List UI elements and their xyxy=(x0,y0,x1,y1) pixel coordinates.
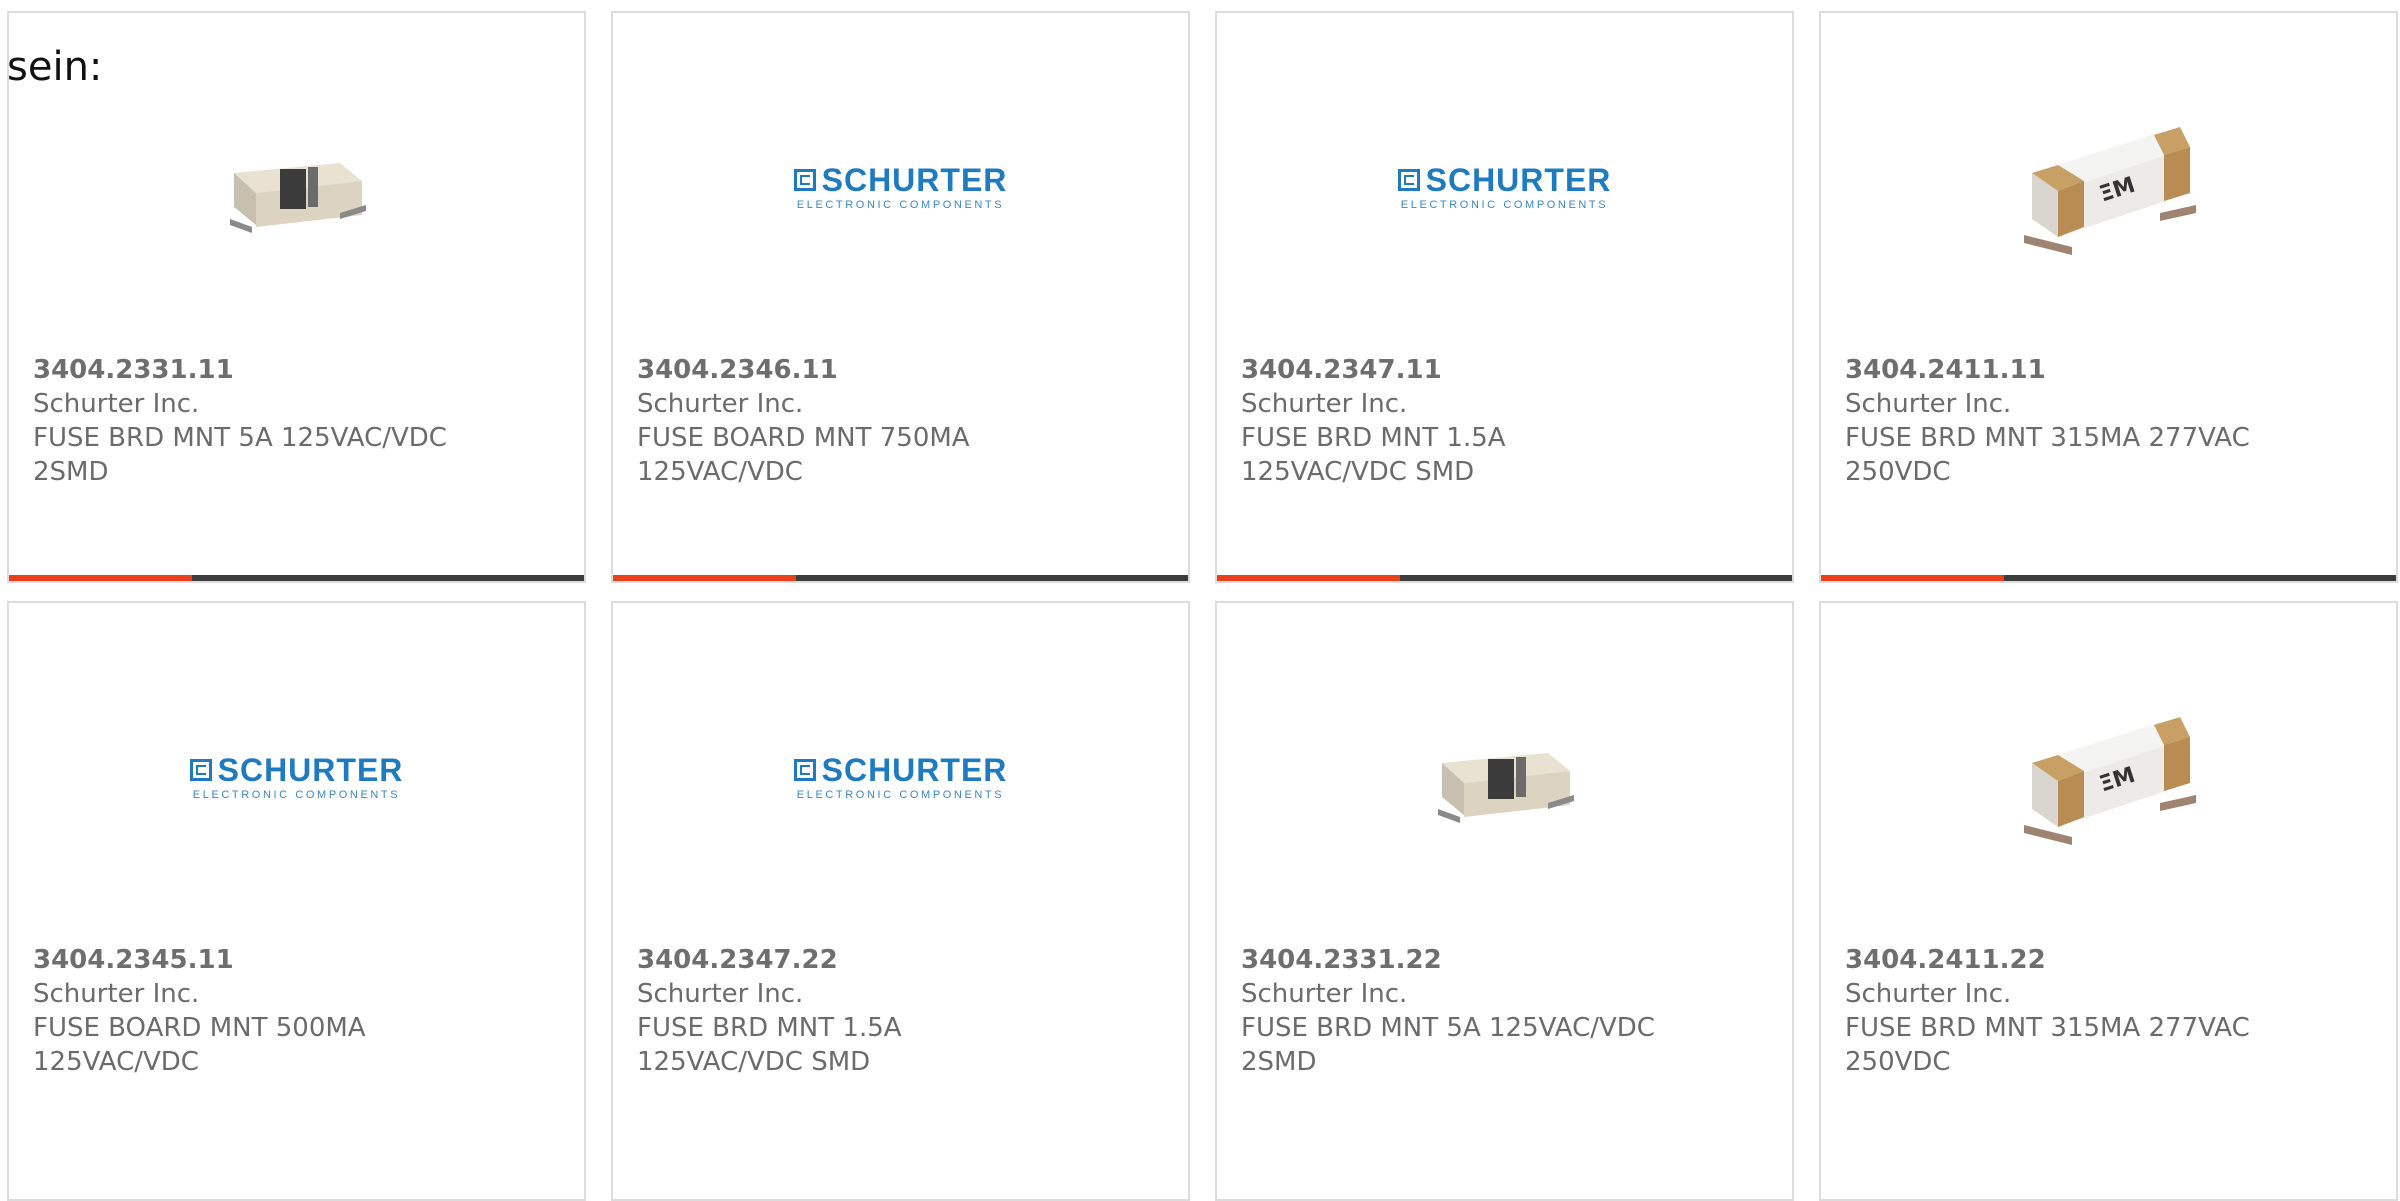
product-description: 125VAC/VDC SMD xyxy=(637,1047,871,1077)
fuse-holder-image xyxy=(229,163,366,233)
product-image[interactable]: SCHURTER ELECTRONIC COMPONENTS xyxy=(613,698,1188,858)
part-number-link[interactable]: 3404.2345.11 xyxy=(33,943,453,977)
intro-text: sein: xyxy=(7,44,103,90)
smd-fuse-image: ΞM xyxy=(2023,717,2196,845)
part-number-link[interactable]: 3404.2411.11 xyxy=(1845,353,2265,387)
product-description: 125VAC/VDC SMD xyxy=(1241,457,1475,487)
product-info: 3404.2411.11 Schurter Inc. FUSE BRD MNT 31… xyxy=(1845,353,2265,489)
manufacturer-name: Schurter Inc. xyxy=(1241,979,1408,1009)
product-image[interactable]: SCHURTER ELECTRONIC COMPONENTS xyxy=(1217,108,1792,268)
product-card[interactable]: ΞM 3404.2411.22 Schurter Inc. FUSE BRD MNT… xyxy=(1819,601,2398,1201)
progress-fill xyxy=(9,575,193,581)
product-info: 3404.2346.11 Schurter Inc. FUSE BOARD MNT … xyxy=(637,353,1057,489)
product-description: FUSE BRD MNT 315MA 277VAC xyxy=(1845,1013,2250,1043)
schurter-logo: SCHURTER ELECTRONIC COMPONENTS xyxy=(793,752,1008,801)
product-description: 125VAC/VDC xyxy=(33,1047,199,1077)
product-image[interactable]: SCHURTER ELECTRONIC COMPONENTS xyxy=(613,108,1188,268)
progress-fill xyxy=(613,575,797,581)
manufacturer-name: Schurter Inc. xyxy=(637,979,804,1009)
progress-bar xyxy=(1217,575,1792,581)
product-grid: 3404.2331.11 Schurter Inc. FUSE BRD MNT 5A… xyxy=(7,11,2400,1201)
product-description: 2SMD xyxy=(1241,1047,1317,1077)
product-image[interactable] xyxy=(9,108,584,268)
progress-fill xyxy=(1217,575,1401,581)
progress-bar xyxy=(613,575,1188,581)
product-image[interactable] xyxy=(1217,698,1792,858)
logo-subtitle: ELECTRONIC COMPONENTS xyxy=(796,789,1005,801)
product-card[interactable]: SCHURTER ELECTRONIC COMPONENTS 3404.2345… xyxy=(7,601,586,1201)
product-info: 3404.2345.11 Schurter Inc. FUSE BOARD MNT … xyxy=(33,943,453,1079)
product-card[interactable]: ΞM 3404.2411.11 Schurter Inc. FUSE BRD MNT… xyxy=(1819,11,2398,583)
manufacturer-name: Schurter Inc. xyxy=(1845,389,2012,419)
product-description: 125VAC/VDC xyxy=(637,457,803,487)
logo-word: SCHURTER xyxy=(821,752,1008,788)
progress-bar xyxy=(1821,575,2396,581)
product-description: FUSE BOARD MNT 750MA xyxy=(637,423,970,453)
product-info: 3404.2347.22 Schurter Inc. FUSE BRD MNT 1.… xyxy=(637,943,1057,1079)
product-description: FUSE BRD MNT 5A 125VAC/VDC xyxy=(33,423,447,453)
part-number-link[interactable]: 3404.2346.11 xyxy=(637,353,1057,387)
product-card[interactable]: 3404.2331.11 Schurter Inc. FUSE BRD MNT 5A… xyxy=(7,11,586,583)
manufacturer-name: Schurter Inc. xyxy=(33,979,200,1009)
smd-fuse-image: ΞM xyxy=(2023,127,2196,255)
schurter-mark-icon xyxy=(189,759,212,781)
product-card[interactable]: SCHURTER ELECTRONIC COMPONENTS 3404.2346… xyxy=(611,11,1190,583)
schurter-mark-icon xyxy=(1397,169,1420,191)
logo-word: SCHURTER xyxy=(821,162,1008,198)
product-description: FUSE BOARD MNT 500MA xyxy=(33,1013,366,1043)
logo-subtitle: ELECTRONIC COMPONENTS xyxy=(796,199,1005,211)
logo-word: SCHURTER xyxy=(217,752,404,788)
product-description: FUSE BRD MNT 1.5A xyxy=(1241,423,1506,453)
schurter-mark-icon xyxy=(793,169,816,191)
product-description: 250VDC xyxy=(1845,457,1951,487)
logo-subtitle: ELECTRONIC COMPONENTS xyxy=(192,789,401,801)
manufacturer-name: Schurter Inc. xyxy=(33,389,200,419)
part-number-link[interactable]: 3404.2331.22 xyxy=(1241,943,1661,977)
product-image[interactable]: SCHURTER ELECTRONIC COMPONENTS xyxy=(9,698,584,858)
manufacturer-name: Schurter Inc. xyxy=(1845,979,2012,1009)
logo-subtitle: ELECTRONIC COMPONENTS xyxy=(1400,199,1609,211)
progress-bar xyxy=(9,575,584,581)
product-info: 3404.2331.11 Schurter Inc. FUSE BRD MNT 5A… xyxy=(33,353,453,489)
product-card[interactable]: SCHURTER ELECTRONIC COMPONENTS 3404.2347… xyxy=(1215,11,1794,583)
part-number-link[interactable]: 3404.2331.11 xyxy=(33,353,453,387)
product-info: 3404.2411.22 Schurter Inc. FUSE BRD MNT 31… xyxy=(1845,943,2265,1079)
product-info: 3404.2331.22 Schurter Inc. FUSE BRD MNT 5A… xyxy=(1241,943,1661,1079)
part-number-link[interactable]: 3404.2347.22 xyxy=(637,943,1057,977)
schurter-logo: SCHURTER ELECTRONIC COMPONENTS xyxy=(793,162,1008,211)
product-card[interactable]: 3404.2331.22 Schurter Inc. FUSE BRD MNT 5A… xyxy=(1215,601,1794,1201)
product-description: FUSE BRD MNT 315MA 277VAC xyxy=(1845,423,2250,453)
product-description: 2SMD xyxy=(33,457,109,487)
progress-fill xyxy=(1821,575,2005,581)
product-description: FUSE BRD MNT 5A 125VAC/VDC xyxy=(1241,1013,1655,1043)
fuse-holder-image xyxy=(1437,753,1574,823)
part-number-link[interactable]: 3404.2347.11 xyxy=(1241,353,1661,387)
schurter-logo: SCHURTER ELECTRONIC COMPONENTS xyxy=(189,752,404,801)
product-card[interactable]: SCHURTER ELECTRONIC COMPONENTS 3404.2347… xyxy=(611,601,1190,1201)
part-number-link[interactable]: 3404.2411.22 xyxy=(1845,943,2265,977)
product-description: FUSE BRD MNT 1.5A xyxy=(637,1013,902,1043)
product-info: 3404.2347.11 Schurter Inc. FUSE BRD MNT 1.… xyxy=(1241,353,1661,489)
product-image[interactable]: ΞM xyxy=(1821,108,2396,268)
manufacturer-name: Schurter Inc. xyxy=(637,389,804,419)
schurter-logo: SCHURTER ELECTRONIC COMPONENTS xyxy=(1397,162,1612,211)
manufacturer-name: Schurter Inc. xyxy=(1241,389,1408,419)
product-description: 250VDC xyxy=(1845,1047,1951,1077)
logo-word: SCHURTER xyxy=(1425,162,1612,198)
schurter-mark-icon xyxy=(793,759,816,781)
product-image[interactable]: ΞM xyxy=(1821,698,2396,858)
